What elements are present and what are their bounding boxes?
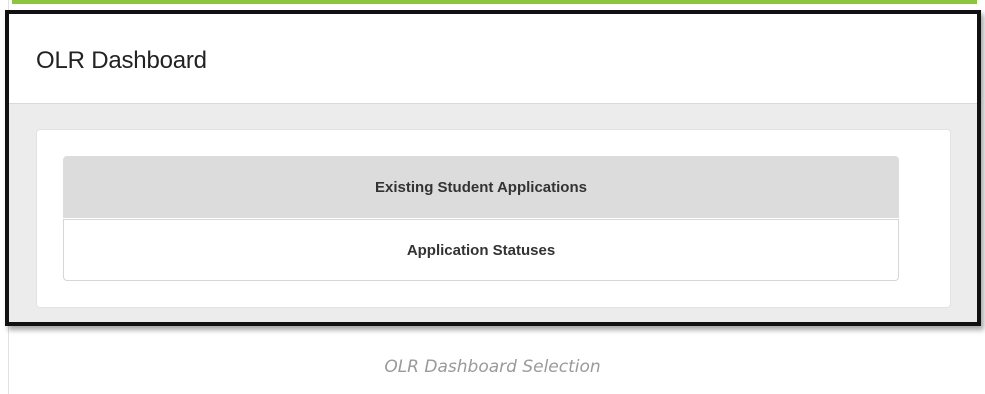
dashboard-frame: OLR Dashboard Existing Student Applicati… [5,10,981,326]
application-statuses-button[interactable]: Application Statuses [63,219,899,281]
header: OLR Dashboard [9,14,977,104]
dashboard-card: Existing Student Applications Applicatio… [36,129,951,308]
accent-bar [12,0,977,4]
image-caption: OLR Dashboard Selection [384,357,601,377]
existing-student-applications-button[interactable]: Existing Student Applications [63,156,899,218]
page-title: OLR Dashboard [36,47,207,74]
dashboard-menu: Existing Student Applications Applicatio… [63,156,899,281]
